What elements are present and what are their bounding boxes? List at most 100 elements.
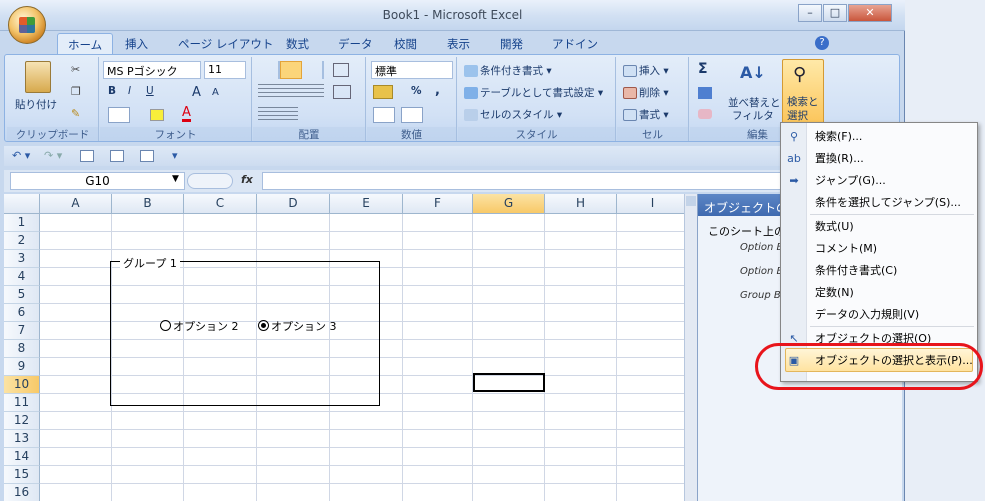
fill-color-icon[interactable] [150, 109, 164, 121]
row-header-7[interactable]: 7 [4, 322, 40, 340]
selected-cell-g10[interactable] [473, 373, 545, 392]
middle-align-icon[interactable] [280, 61, 302, 79]
row-header-10[interactable]: 10 [4, 376, 40, 394]
formula-input[interactable] [262, 172, 782, 190]
group-box-title[interactable]: グループ 1 [120, 255, 180, 271]
number-format-combo[interactable]: 標準 [371, 61, 453, 79]
tab-developer[interactable]: 開発 [490, 33, 533, 55]
tab-addins[interactable]: アドイン [542, 33, 608, 55]
group-box[interactable] [110, 261, 380, 406]
clear-icon[interactable] [698, 109, 712, 119]
redo-icon[interactable]: ↷ ▾ [44, 149, 62, 162]
italic-button[interactable]: I [128, 85, 131, 97]
font-size-combo[interactable]: 11 [204, 61, 246, 79]
row-header-13[interactable]: 13 [4, 430, 40, 448]
menu-item-data-validation[interactable]: データの入力規則(V) [815, 305, 919, 325]
select-all-corner[interactable] [4, 194, 40, 214]
horizontal-align-icons[interactable] [258, 84, 324, 100]
font-color-button[interactable]: A [182, 106, 191, 122]
menu-item-formulas[interactable]: 数式(U) [815, 217, 854, 237]
grow-font-button[interactable]: A [192, 85, 201, 100]
column-header-B[interactable]: B [112, 194, 184, 214]
menu-item-constants[interactable]: 定数(N) [815, 283, 854, 303]
fill-icon[interactable] [698, 87, 712, 99]
column-header-A[interactable]: A [40, 194, 112, 214]
tab-data[interactable]: データ [328, 33, 383, 55]
name-box[interactable]: G10 [10, 172, 185, 190]
help-icon[interactable]: ? [815, 36, 829, 50]
merge-center-icon[interactable] [333, 85, 351, 99]
wrap-text-icon[interactable] [333, 63, 349, 77]
qat-form-icon[interactable] [80, 150, 94, 162]
paste-button[interactable]: 貼り付け [15, 97, 57, 112]
row-header-9[interactable]: 9 [4, 358, 40, 376]
column-header-C[interactable]: C [184, 194, 257, 214]
row-header-8[interactable]: 8 [4, 340, 40, 358]
row-header-15[interactable]: 15 [4, 466, 40, 484]
menu-item-replace[interactable]: 置換(R)... [815, 149, 864, 169]
border-icon[interactable] [108, 107, 130, 123]
column-header-H[interactable]: H [545, 194, 617, 214]
vertical-scrollbar[interactable] [684, 194, 697, 501]
delete-cells-button[interactable]: 削除 ▾ [623, 85, 669, 100]
row-header-2[interactable]: 2 [4, 232, 40, 250]
row-header-5[interactable]: 5 [4, 286, 40, 304]
bold-button[interactable]: B [108, 85, 116, 97]
font-name-combo[interactable]: MS Pゴシック [103, 61, 201, 79]
qat-table-icon[interactable] [110, 150, 124, 162]
tab-formulas[interactable]: 数式 [276, 33, 319, 55]
underline-button[interactable]: U [146, 85, 154, 97]
tab-review[interactable]: 校閲 [384, 33, 427, 55]
column-header-F[interactable]: F [403, 194, 473, 214]
tab-home[interactable]: ホーム [57, 33, 114, 55]
tab-page-layout[interactable]: ページ レイアウト [168, 33, 283, 55]
cut-icon[interactable]: ✂ [71, 63, 80, 76]
insert-cells-button[interactable]: 挿入 ▾ [623, 63, 669, 78]
row-header-6[interactable]: 6 [4, 304, 40, 322]
option-button-2[interactable]: オプション 2 [160, 318, 239, 334]
cell-styles-button[interactable]: セルのスタイル ▾ [464, 107, 562, 122]
menu-item-comments[interactable]: コメント(M) [815, 239, 877, 259]
tab-insert[interactable]: 挿入 [115, 33, 158, 55]
fx-button[interactable]: fx [241, 173, 253, 186]
format-painter-icon[interactable]: ✎ [71, 107, 80, 120]
find-select-button[interactable]: ⚲ 検索と 選択 [782, 59, 824, 125]
format-as-table-button[interactable]: テーブルとして書式設定 ▾ [464, 85, 603, 100]
comma-button[interactable]: , [435, 83, 440, 98]
row-header-3[interactable]: 3 [4, 250, 40, 268]
undo-icon[interactable]: ↶ ▾ [12, 149, 30, 162]
menu-item-find[interactable]: 検索(F)... [815, 127, 862, 147]
shrink-font-button[interactable]: A [212, 87, 219, 98]
qat-chart-icon[interactable] [140, 150, 154, 162]
pane-item-option-b[interactable]: Option B [740, 242, 783, 253]
currency-icon[interactable] [373, 85, 393, 99]
worksheet-grid[interactable]: A B C D E F G H I 1 2 3 4 5 6 7 8 9 10 11 12 13 14 15 16 グループ 1 オプ… [4, 194, 684, 501]
conditional-format-button[interactable]: 条件付き書式 ▾ [464, 63, 552, 78]
increase-decimal-icon[interactable] [373, 107, 395, 123]
column-header-G[interactable]: G [473, 194, 545, 214]
row-header-11[interactable]: 11 [4, 394, 40, 412]
pane-item-option-b-2[interactable]: Option B [740, 266, 783, 277]
percent-button[interactable]: % [411, 85, 422, 97]
autosum-button[interactable]: Σ [698, 61, 708, 77]
column-header-I[interactable]: I [617, 194, 684, 214]
column-header-D[interactable]: D [257, 194, 330, 214]
row-header-12[interactable]: 12 [4, 412, 40, 430]
menu-item-goto[interactable]: ジャンプ(G)... [815, 171, 886, 191]
menu-item-goto-special[interactable]: 条件を選択してジャンプ(S)... [815, 193, 961, 213]
row-header-14[interactable]: 14 [4, 448, 40, 466]
maximize-button[interactable]: □ [823, 4, 847, 22]
scroll-up-icon[interactable] [686, 196, 696, 206]
option-button-3[interactable]: オプション 3 [258, 318, 337, 334]
copy-icon[interactable]: ❐ [71, 85, 81, 98]
row-header-4[interactable]: 4 [4, 268, 40, 286]
column-header-E[interactable]: E [330, 194, 403, 214]
customize-qat-icon[interactable]: ▾ [172, 149, 178, 162]
menu-item-conditional-formatting[interactable]: 条件付き書式(C) [815, 261, 897, 281]
minimize-button[interactable]: – [798, 4, 822, 22]
indent-icons[interactable] [258, 107, 298, 123]
name-box-dropdown-icon[interactable]: ▼ [172, 174, 179, 184]
row-header-1[interactable]: 1 [4, 214, 40, 232]
decrease-decimal-icon[interactable] [401, 107, 423, 123]
tab-view[interactable]: 表示 [437, 33, 480, 55]
